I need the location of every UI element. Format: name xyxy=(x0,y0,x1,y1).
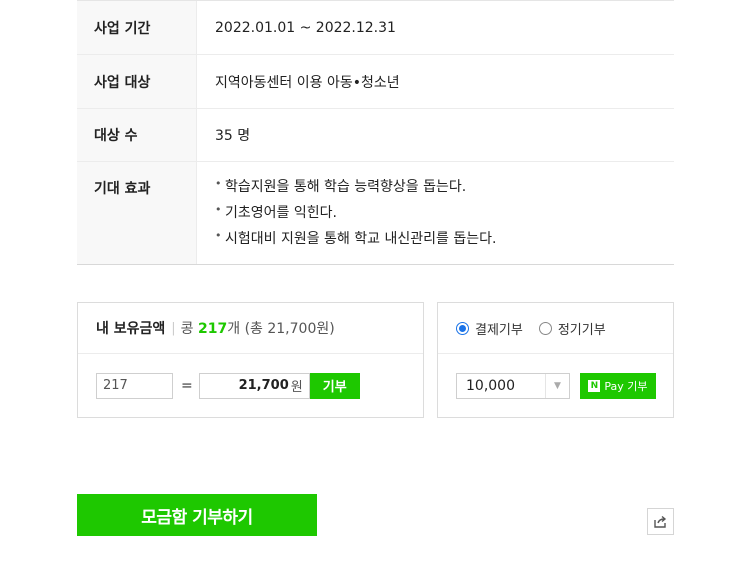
info-value: 35 명 xyxy=(215,128,251,144)
list-item: • 기초영어를 익힌다. xyxy=(215,200,674,226)
npay-donate-button[interactable]: N Pay 기부 xyxy=(580,372,656,399)
payment-input-row: 10,000 ▼ N Pay 기부 xyxy=(438,354,673,417)
coin-donation-box: 내 보유금액 | 콩 217개 (총 21,700원) 217 = 21,700… xyxy=(77,302,424,418)
coin-summary: 내 보유금액 | 콩 217개 (총 21,700원) xyxy=(78,303,423,354)
list-item: • 시험대비 지원을 통해 학교 내신관리를 돕는다. xyxy=(215,226,674,252)
coin-amount-field: 21,700 원 xyxy=(198,372,310,399)
equals-sign: = xyxy=(181,377,193,394)
share-button[interactable] xyxy=(647,508,674,535)
info-label: 기대 효과 xyxy=(77,162,197,264)
fund-donate-button[interactable]: 모금함 기부하기 xyxy=(77,494,317,536)
info-value: • 학습지원을 통해 학습 능력향상을 돕는다. • 기초영어를 익힌다. • 시험대… xyxy=(197,162,674,264)
divider: | xyxy=(171,320,176,336)
share-icon xyxy=(654,515,667,528)
info-value: 지역아동센터 이용 아동•청소년 xyxy=(215,74,400,91)
donation-amount-select[interactable]: 10,000 ▼ xyxy=(456,372,570,399)
dropdown-arrow-icon[interactable]: ▼ xyxy=(545,373,569,398)
info-value: 2022.01.01 ~ 2022.12.31 xyxy=(215,19,396,36)
info-row-target: 사업 대상 지역아동센터 이용 아동•청소년 xyxy=(77,55,674,109)
coin-input-row: 217 = 21,700 원 기부 xyxy=(78,354,423,417)
radio-unselected-icon[interactable] xyxy=(538,321,552,335)
payment-type-options: 결제기부 정기기부 xyxy=(438,303,673,354)
payment-donation-box: 결제기부 정기기부 10,000 ▼ N Pay 기부 xyxy=(437,302,674,418)
naver-pay-icon: N xyxy=(588,379,601,392)
bullet-icon: • xyxy=(215,229,222,242)
project-info-table: 사업 기간 2022.01.01 ~ 2022.12.31 사업 대상 지역아동… xyxy=(77,0,674,265)
coin-count: 217 xyxy=(198,321,228,337)
info-row-count: 대상 수 35 명 xyxy=(77,109,674,162)
info-row-effect: 기대 효과 • 학습지원을 통해 학습 능력향상을 돕는다. • 기초영어를 익힌다… xyxy=(77,162,674,264)
radio-one-time[interactable]: 결제기부 xyxy=(456,319,523,338)
info-label: 사업 대상 xyxy=(77,55,197,108)
effect-list: • 학습지원을 통해 학습 능력향상을 돕는다. • 기초영어를 익힌다. • 시험대… xyxy=(215,174,674,252)
radio-selected-icon[interactable] xyxy=(456,321,469,335)
info-label: 대상 수 xyxy=(77,109,197,161)
coin-quantity-input[interactable]: 217 xyxy=(96,372,173,399)
list-item: • 학습지원을 통해 학습 능력향상을 돕는다. xyxy=(215,174,674,200)
bullet-icon: • xyxy=(215,203,222,216)
radio-regular[interactable]: 정기기부 xyxy=(538,319,606,338)
info-label: 사업 기간 xyxy=(77,1,197,54)
my-coins-title: 내 보유금액 xyxy=(96,321,166,337)
coin-total: 콩 217개 (총 21,700원) xyxy=(180,321,335,337)
info-row-period: 사업 기간 2022.01.01 ~ 2022.12.31 xyxy=(77,1,674,55)
coin-donate-button[interactable]: 기부 xyxy=(309,372,360,399)
bullet-icon: • xyxy=(215,177,222,190)
